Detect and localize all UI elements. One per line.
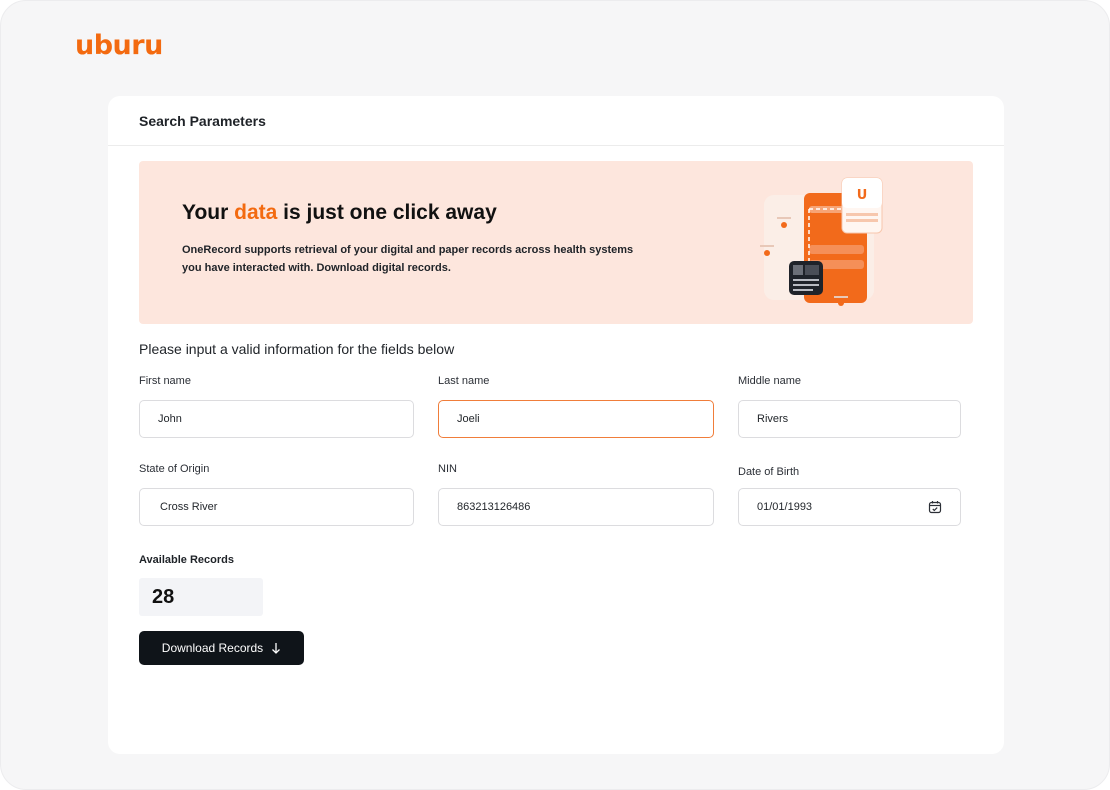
hero-title-accent: data bbox=[234, 201, 278, 224]
uburu-logo: uburu bbox=[75, 27, 163, 59]
records-illustration: U bbox=[760, 177, 883, 306]
date-of-birth-label: Date of Birth bbox=[738, 466, 800, 478]
download-button-label: Download Records bbox=[161, 641, 264, 655]
state-of-origin-input[interactable]: Cross River bbox=[139, 488, 414, 526]
middle-name-label: Middle name bbox=[738, 375, 801, 387]
available-records-label: Available Records bbox=[139, 554, 234, 566]
search-card: Search Parameters Your data is just one … bbox=[108, 96, 1004, 754]
available-records-count: 28 bbox=[139, 578, 263, 616]
hero-description: OneRecord supports retrieval of your dig… bbox=[182, 244, 634, 274]
last-name-label: Last name bbox=[438, 375, 490, 387]
arrow-down-icon bbox=[272, 643, 281, 654]
form-instruction: Please input a valid information for the… bbox=[139, 341, 455, 357]
card-header: Search Parameters bbox=[108, 96, 1004, 146]
records-count-value: 28 bbox=[152, 585, 175, 608]
app-frame: uburu Search Parameters Your data is jus… bbox=[0, 0, 1110, 790]
nin-label: NIN bbox=[438, 463, 457, 475]
download-records-button[interactable]: Download Records bbox=[139, 631, 304, 665]
date-of-birth-input[interactable]: 01/01/1993 bbox=[738, 488, 961, 526]
first-name-input[interactable]: John bbox=[139, 400, 414, 438]
illustration-logo: U bbox=[857, 188, 868, 203]
hero-title-end: is just one click away bbox=[277, 201, 497, 224]
nin-input[interactable]: 863213126486 bbox=[438, 488, 714, 526]
last-name-input[interactable]: Joeli bbox=[438, 400, 714, 438]
hero-title: Your data is just one click away bbox=[182, 201, 497, 225]
middle-name-input[interactable]: Rivers bbox=[738, 400, 961, 438]
hero-banner: Your data is just one click away OneReco… bbox=[139, 161, 973, 324]
first-name-label: First name bbox=[139, 375, 191, 387]
state-of-origin-label: State of Origin bbox=[139, 463, 210, 475]
date-of-birth-value: 01/01/1993 bbox=[757, 501, 813, 513]
logo-text: uburu bbox=[75, 30, 163, 61]
calendar-icon[interactable] bbox=[928, 500, 942, 514]
hero-title-start: Your bbox=[182, 201, 235, 224]
card-title: Search Parameters bbox=[139, 112, 266, 129]
